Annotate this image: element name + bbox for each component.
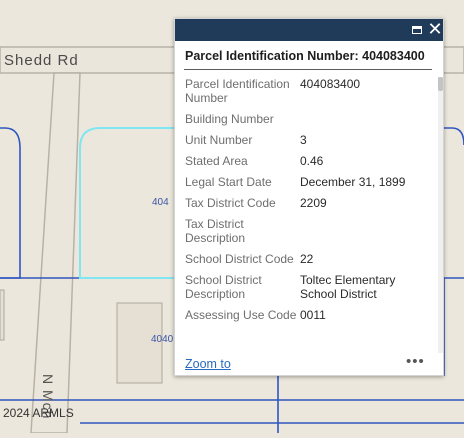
attribute-row: Unit Number 3 <box>185 133 429 147</box>
attribute-value: 0.46 <box>300 154 324 168</box>
attribute-row: Parcel Identification Number 404083400 <box>185 77 429 105</box>
parcel-number-label: 4040 <box>151 334 174 345</box>
attribute-row: Assessing Use Code 0011 <box>185 308 429 322</box>
map-attribution: 2024 ARMLS <box>3 406 74 420</box>
attribute-row: Tax District Description <box>185 217 429 245</box>
attribute-row: Legal Start Date December 31, 1899 <box>185 175 429 189</box>
attribute-label: Tax District Description <box>185 217 246 245</box>
close-icon[interactable]: ✕ <box>426 21 444 39</box>
parcel-number-label: 404 <box>152 197 169 208</box>
attribute-table: Parcel Identification Number 404083400 Bui… <box>185 77 429 353</box>
attribute-row: Tax District Code 2209 <box>185 196 429 210</box>
attribute-value: 2209 <box>300 196 327 210</box>
attribute-row: School District Description Toltec Elemen… <box>185 273 429 301</box>
shedd-rd-label: Shedd Rd <box>4 52 79 69</box>
attribute-value: December 31, 1899 <box>300 175 406 189</box>
parcel-popup: ✕ Parcel Identification Number: 40408340… <box>174 18 444 376</box>
attribute-value: Toltec Elementary School District <box>300 273 396 301</box>
attribute-value: 22 <box>300 252 314 266</box>
maximize-icon[interactable] <box>408 21 426 39</box>
attribute-value <box>300 217 429 245</box>
attribute-row: Building Number <box>185 112 429 126</box>
attribute-label: Parcel Identification Number <box>185 77 290 105</box>
attribute-row: Stated Area 0.46 <box>185 154 429 168</box>
attribute-value: 404083400 <box>300 77 361 91</box>
popup-scrollbar[interactable] <box>438 77 443 353</box>
attribute-row: School District Code 22 <box>185 252 429 266</box>
building-small <box>0 289 5 341</box>
attribute-value: 0011 <box>300 308 326 322</box>
attribute-value <box>300 112 429 126</box>
scrollbar-thumb[interactable] <box>438 77 443 91</box>
popup-title: Parcel Identification Number: 404083400 <box>185 49 425 63</box>
attribute-label: School District Code <box>185 252 294 266</box>
attribute-label: Stated Area <box>185 154 248 168</box>
attribute-value: 3 <box>300 133 307 147</box>
title-divider <box>184 69 432 70</box>
attribute-label: Building Number <box>185 112 274 126</box>
more-options-icon[interactable]: ••• <box>406 353 425 370</box>
attribute-label: Legal Start Date <box>185 175 272 189</box>
attribute-label: Tax District Code <box>185 196 276 210</box>
attribute-label: School District Description <box>185 273 262 301</box>
attribute-label: Unit Number <box>185 133 253 147</box>
popup-header: ✕ <box>175 19 443 41</box>
zoom-to-link[interactable]: Zoom to <box>185 357 231 371</box>
attribute-label: Assessing Use Code <box>185 308 297 322</box>
